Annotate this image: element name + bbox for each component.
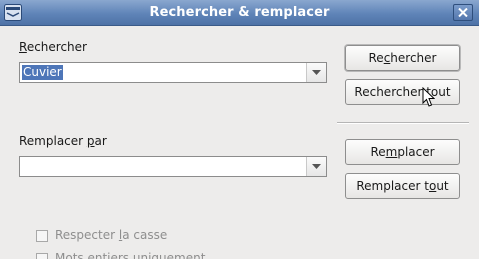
chevron-down-icon (312, 164, 321, 169)
close-icon (458, 8, 468, 17)
mouse-pointer-icon (422, 87, 435, 107)
chevron-down-icon (312, 70, 321, 75)
whole-words-checkbox[interactable] (36, 253, 48, 259)
search-combobox[interactable]: Cuvier (19, 62, 327, 83)
search-dropdown-button[interactable] (306, 63, 326, 82)
find-button[interactable]: Rechercher (345, 45, 460, 71)
find-replace-dialog: Rechercher & remplacer Rechercher Cuvier… (0, 0, 479, 259)
replace-button[interactable]: Remplacer (345, 139, 460, 165)
match-case-checkbox[interactable] (36, 230, 48, 242)
search-label: Rechercher (19, 40, 87, 54)
separator (337, 122, 469, 124)
title-bar[interactable]: Rechercher & remplacer (0, 0, 479, 26)
whole-words-label: Mots entiers uniquement (55, 251, 206, 259)
window-title: Rechercher & remplacer (149, 5, 330, 20)
find-all-button[interactable]: Rechercher tout (345, 79, 460, 105)
replace-dropdown-button[interactable] (306, 157, 326, 176)
replace-label: Remplacer par (19, 134, 107, 148)
replace-combobox[interactable] (19, 156, 327, 177)
replace-all-button[interactable]: Remplacer tout (345, 173, 460, 199)
match-case-label: Respecter la casse (55, 228, 168, 242)
search-input[interactable]: Cuvier (22, 65, 63, 80)
close-button[interactable] (453, 4, 473, 21)
